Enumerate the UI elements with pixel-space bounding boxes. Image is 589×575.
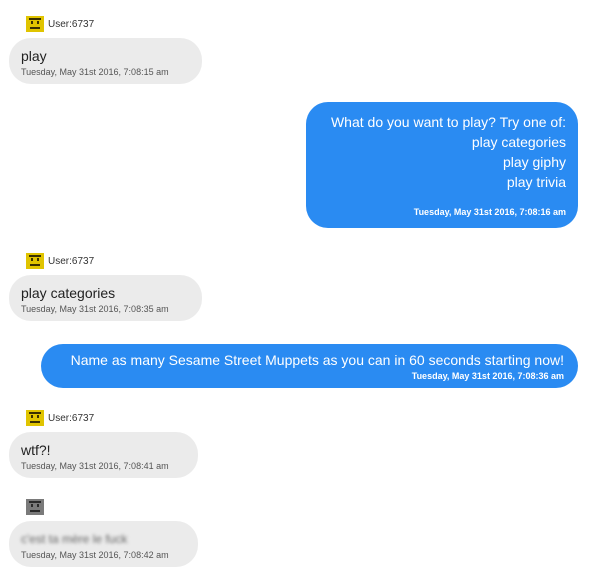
message-text: wtf?! [21,442,51,458]
message-sender: User:6737 [26,410,94,426]
outgoing-message-bubble: What do you want to play? Try one of: pl… [306,102,578,228]
message-timestamp: Tuesday, May 31st 2016, 7:08:42 am [21,550,169,560]
message-timestamp: Tuesday, May 31st 2016, 7:08:16 am [413,207,566,217]
incoming-message-bubble: c'est ta mère le fuck Tuesday, May 31st … [9,521,198,567]
user-avatar-icon [26,16,44,32]
chat-thread: User:6737 play Tuesday, May 31st 2016, 7… [0,0,589,575]
message-sender: User:6737 [26,253,94,269]
message-text: play [21,48,47,64]
message-line: play giphy [502,154,566,170]
outgoing-message-bubble: Name as many Sesame Street Muppets as yo… [41,344,578,388]
sender-name: User:6737 [48,412,95,424]
message-timestamp: Tuesday, May 31st 2016, 7:08:35 am [21,304,169,314]
user-avatar-icon [26,499,44,515]
message-timestamp: Tuesday, May 31st 2016, 7:08:41 am [21,461,169,471]
incoming-message-bubble: play Tuesday, May 31st 2016, 7:08:15 am [9,38,202,84]
message-text-blurred: c'est ta mère le fuck [21,532,128,546]
message-sender: User:6737 [26,16,94,32]
sender-name: User:6737 [48,18,95,30]
message-text: What do you want to play? Try one of: pl… [318,112,566,192]
sender-name: User:6737 [48,255,95,267]
user-avatar-icon [26,253,44,269]
message-text: play categories [21,285,116,301]
message-timestamp: Tuesday, May 31st 2016, 7:08:15 am [21,67,169,77]
message-sender [26,499,44,515]
message-line: play trivia [506,174,566,190]
user-avatar-icon [26,410,44,426]
message-line: What do you want to play? Try one of: [330,114,566,130]
message-line: play categories [471,134,566,150]
incoming-message-bubble: wtf?! Tuesday, May 31st 2016, 7:08:41 am [9,432,198,478]
message-timestamp: Tuesday, May 31st 2016, 7:08:36 am [411,371,564,381]
incoming-message-bubble: play categories Tuesday, May 31st 2016, … [9,275,202,321]
message-text: Name as many Sesame Street Muppets as yo… [70,352,564,368]
